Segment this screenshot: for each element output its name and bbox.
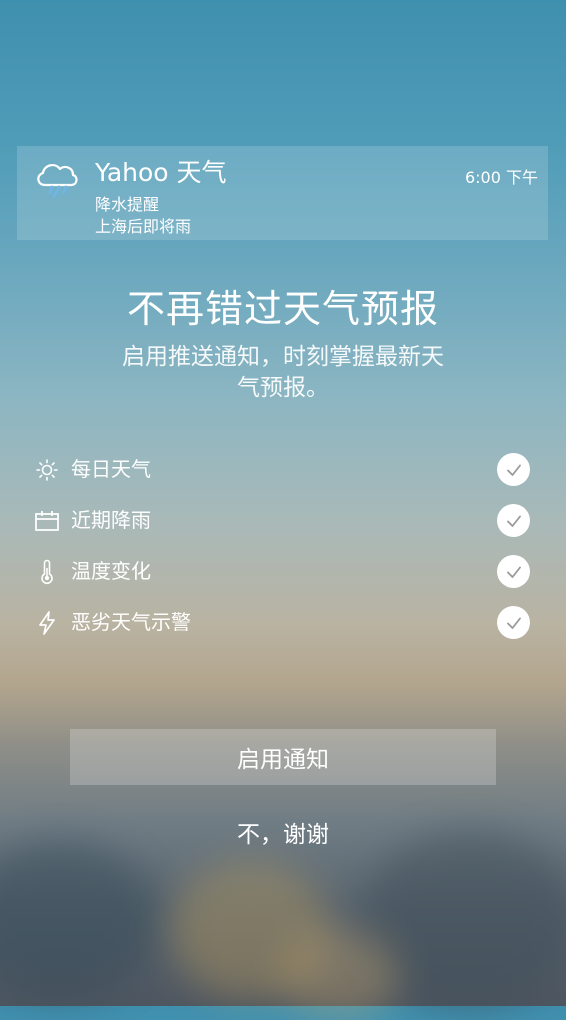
no-thanks-button[interactable]: 不，谢谢 — [0, 815, 566, 855]
checkmark-toggle[interactable] — [497, 504, 530, 537]
feature-label: 恶劣天气示警 — [71, 610, 191, 634]
page-subtitle: 启用推送通知，时刻掌握最新天气预报。 — [122, 344, 444, 401]
feature-severe-weather[interactable]: 恶劣天气示警 — [0, 597, 566, 649]
checkmark-icon — [506, 617, 521, 629]
background-blur — [280, 930, 400, 1020]
sun-icon — [36, 459, 58, 481]
feature-recent-rain[interactable]: 近期降雨 — [0, 495, 566, 547]
feature-daily-weather[interactable]: 每日天气 — [0, 444, 566, 496]
background-blur — [0, 840, 160, 1000]
checkmark-icon — [506, 464, 521, 476]
feature-label: 每日天气 — [71, 457, 151, 481]
enable-notifications-button[interactable]: 启用通知 — [70, 729, 496, 785]
checkmark-toggle[interactable] — [497, 555, 530, 588]
notification-app-name: Yahoo 天气 — [95, 158, 227, 187]
checkmark-toggle[interactable] — [497, 606, 530, 639]
checkmark-toggle[interactable] — [497, 453, 530, 486]
notification-title: 降水提醒 — [95, 195, 160, 214]
feature-label: 近期降雨 — [71, 508, 151, 532]
feature-label: 温度变化 — [71, 559, 151, 583]
notification-preview: Yahoo 天气 6:00 下午 降水提醒 上海后即将雨 — [17, 146, 548, 240]
calendar-icon — [35, 511, 59, 531]
checkmark-icon — [506, 566, 521, 578]
lightning-icon — [39, 611, 55, 635]
page-title: 不再错过天气预报 — [126, 287, 439, 331]
checkmark-icon — [506, 515, 521, 527]
thermometer-icon — [41, 559, 53, 585]
notification-time: 6:00 下午 — [464, 168, 538, 187]
feature-temperature-change[interactable]: 温度变化 — [0, 546, 566, 598]
notification-message: 上海后即将雨 — [95, 217, 192, 236]
cloud-rain-icon — [37, 163, 78, 198]
